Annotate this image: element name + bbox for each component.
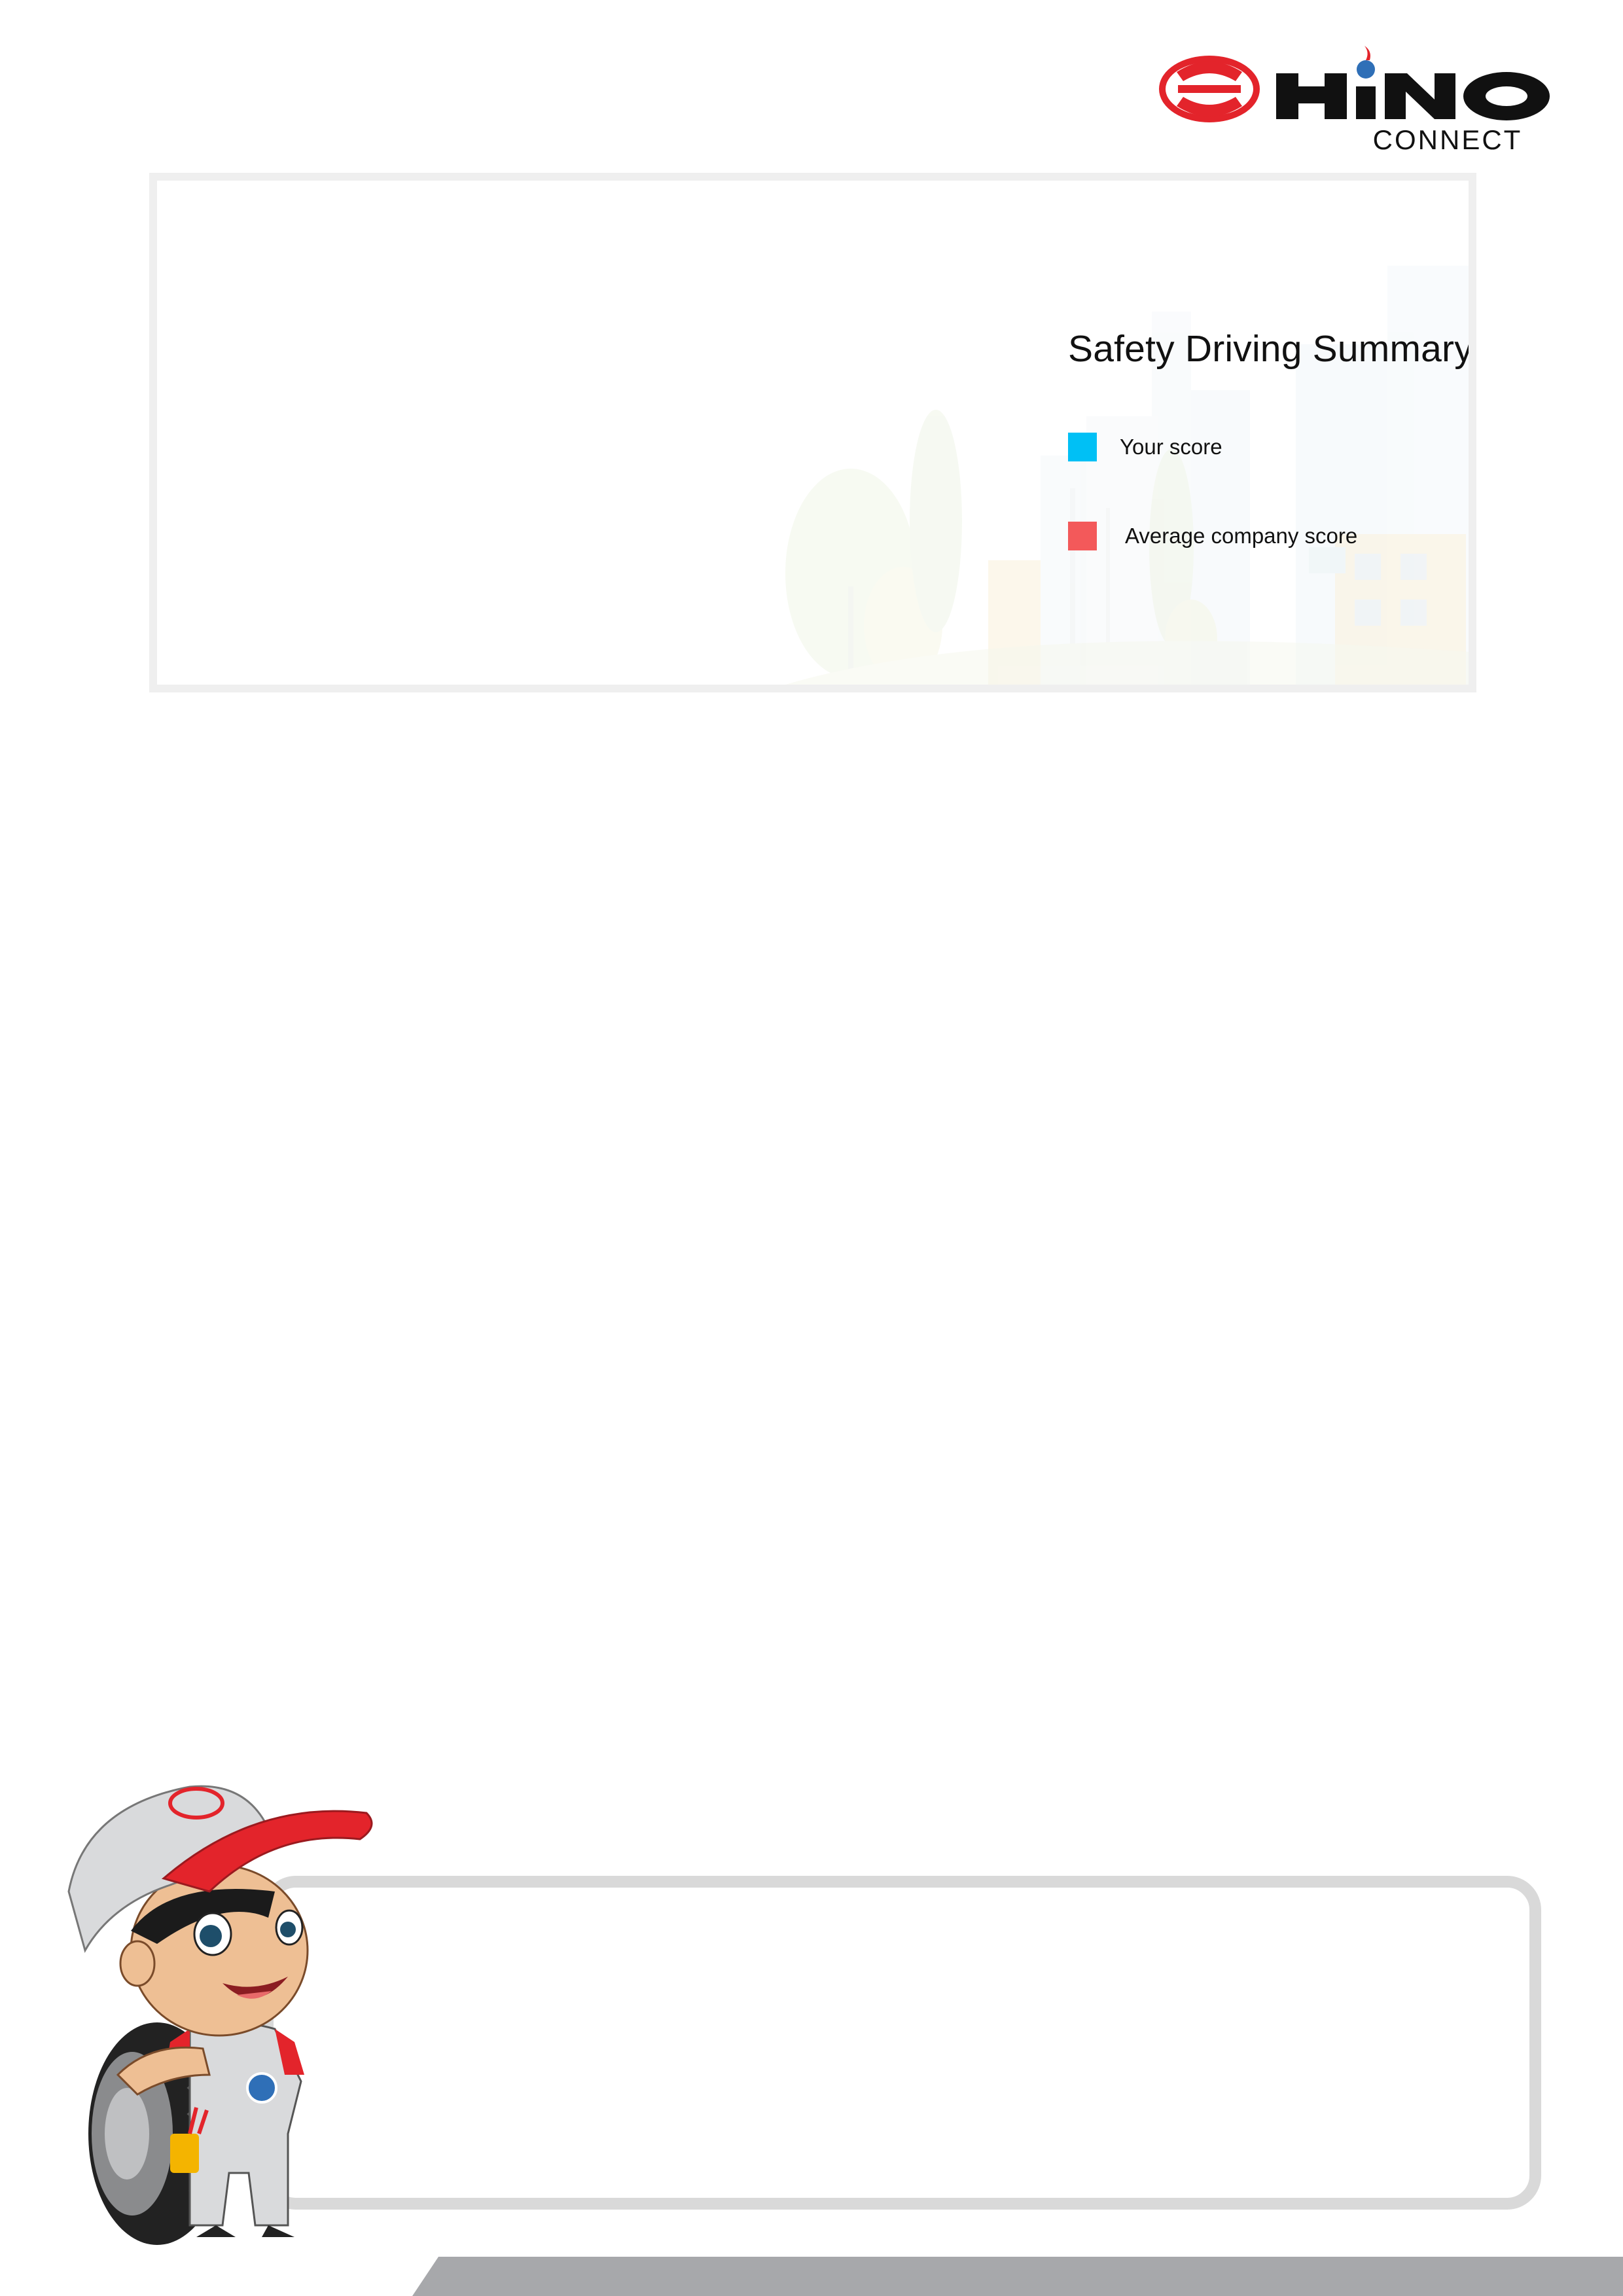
hino-connect-logo: CONNECT (1159, 46, 1550, 155)
connect-subtitle: CONNECT (1373, 124, 1523, 155)
hino-emblem-icon (1159, 56, 1260, 122)
mascot-illustration (67, 1785, 373, 2245)
legend-average-company-score: Average company score (1068, 521, 1357, 551)
city-background-illustration (785, 266, 1469, 685)
summary-title: Safety Driving Summary (1068, 328, 1473, 370)
legend-label: Your score (1120, 435, 1222, 459)
legend-swatch-average (1068, 522, 1097, 550)
hino-wordmark (1276, 46, 1550, 120)
legend-your-score: Your score (1068, 432, 1222, 462)
legend-swatch-your-score (1068, 433, 1097, 461)
globe-icon (1357, 60, 1375, 79)
legend-label: Average company score (1125, 524, 1358, 548)
message-box (262, 1876, 1541, 2210)
footer-band (412, 2257, 1623, 2296)
summary-card: Safety Driving Summary Your score Averag… (149, 173, 1476, 692)
